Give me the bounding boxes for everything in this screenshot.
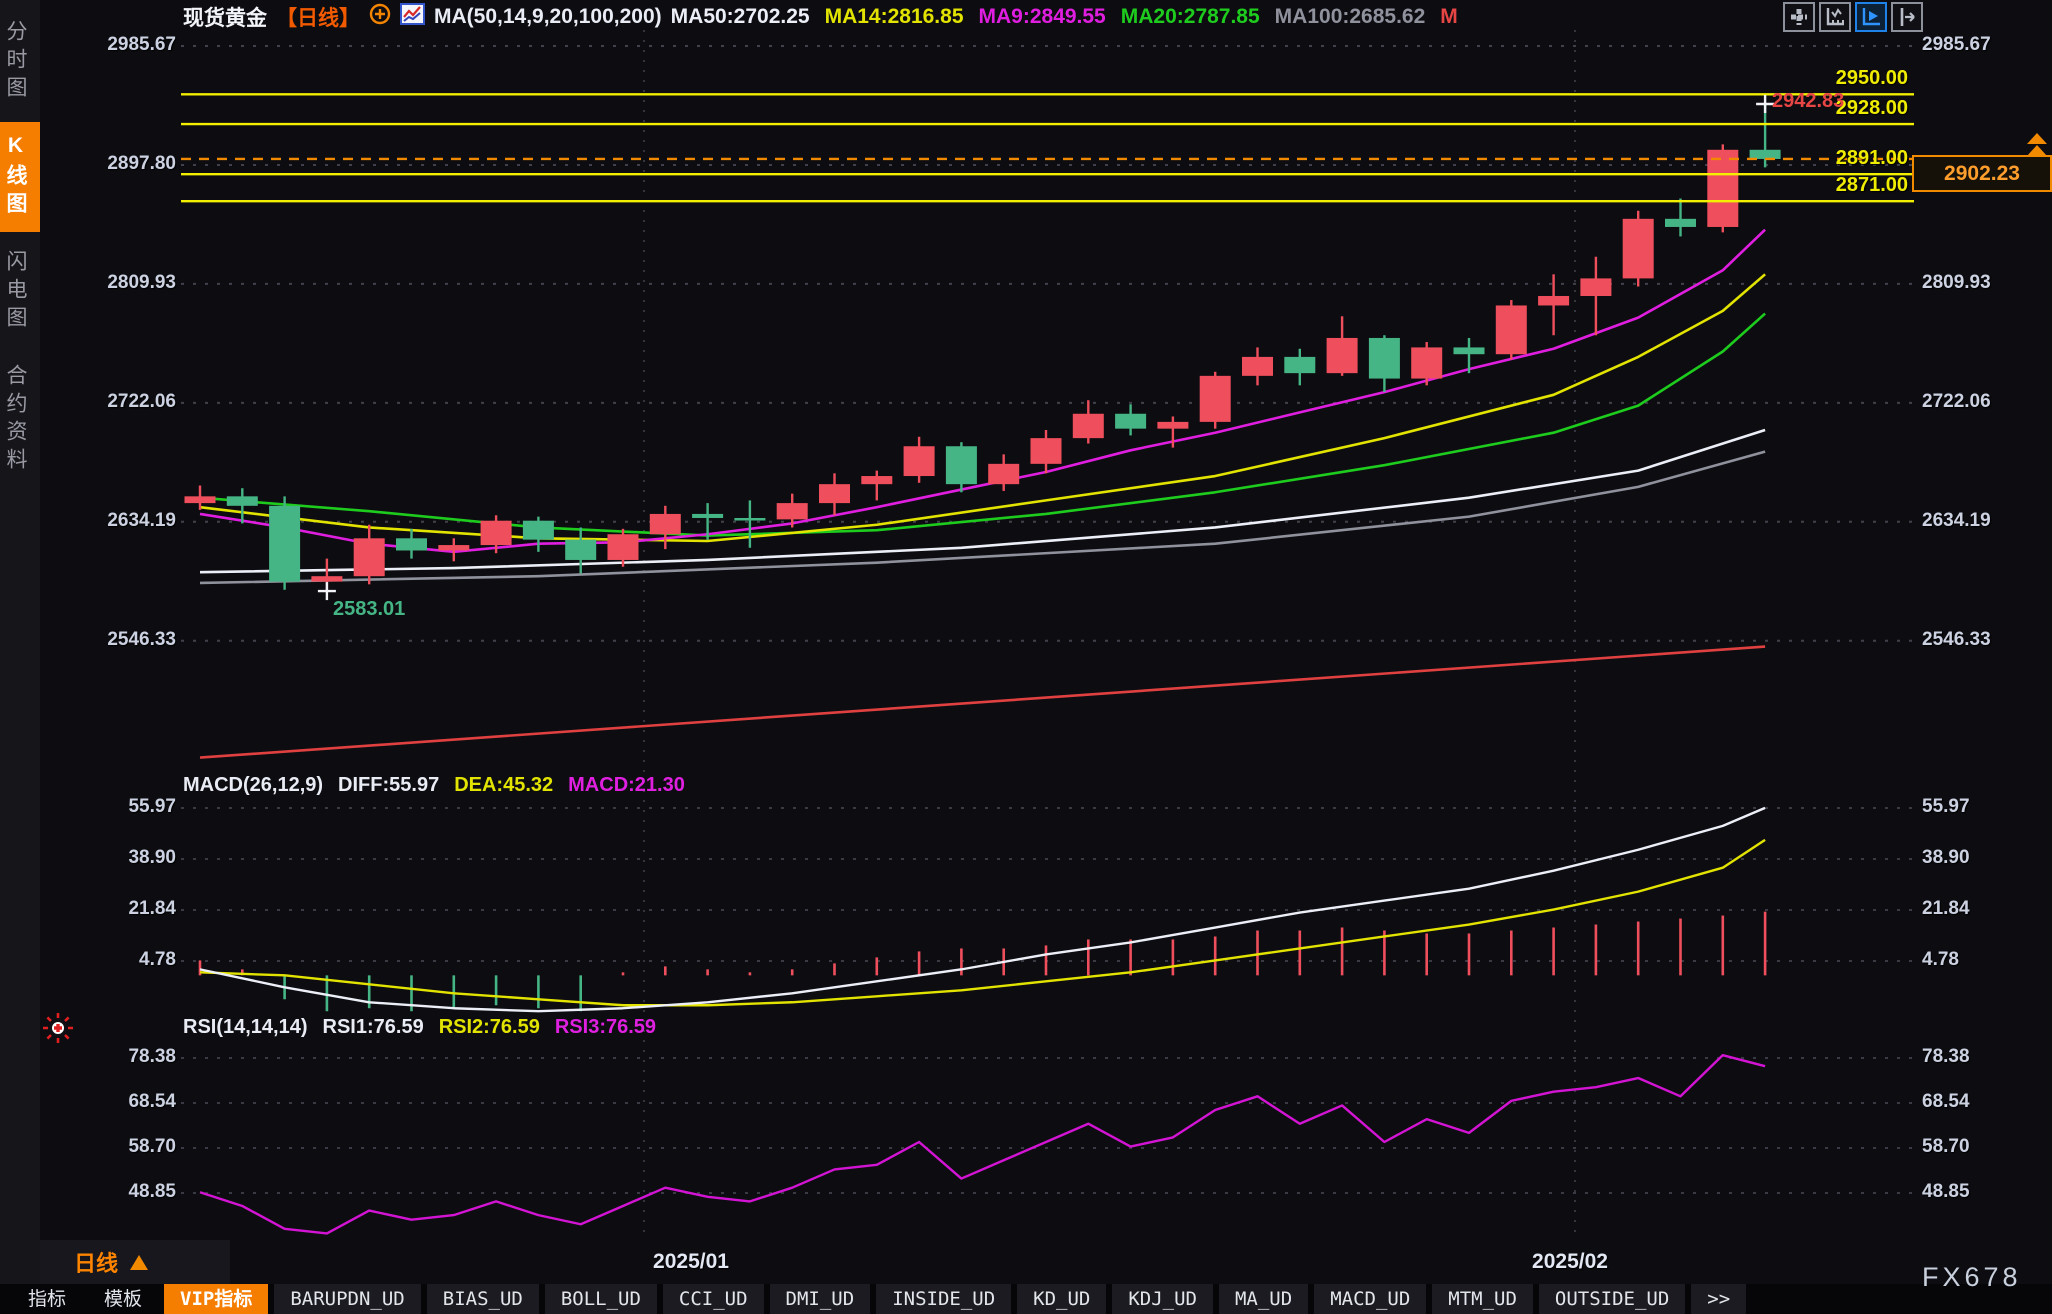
- indicator-tab[interactable]: DMI_UD: [770, 1284, 871, 1314]
- right-axis-tick: 2809.93: [1922, 272, 1991, 294]
- macd-diff-value: DIFF:55.97: [338, 774, 439, 797]
- indicator-tab[interactable]: >>: [1691, 1284, 1746, 1314]
- right-axis-tick: 21.84: [1922, 898, 1970, 920]
- sidebar-item[interactable]: K线图: [0, 122, 40, 232]
- left-axis-tick: 48.85: [62, 1181, 176, 1203]
- indicator-tab[interactable]: KDJ_UD: [1112, 1284, 1213, 1314]
- top-right-toolbar: [1783, 2, 1923, 32]
- shift-axis-icon[interactable]: [1891, 2, 1923, 32]
- left-axis-tick: 4.78: [62, 949, 176, 971]
- left-axis-tick: 2897.80: [62, 153, 176, 175]
- chart-svg[interactable]: [0, 0, 2052, 1314]
- mini-chart-icon[interactable]: [400, 3, 425, 31]
- indicator-tab[interactable]: MA_UD: [1219, 1284, 1308, 1314]
- rsi1-value: RSI1:76.59: [323, 1016, 424, 1039]
- level-price-label: 2891.00: [1836, 147, 1908, 170]
- indicator-tab[interactable]: 指标: [12, 1284, 82, 1314]
- brand-watermark: FX678: [1922, 1262, 2022, 1293]
- level-price-label: 2928.00: [1836, 97, 1908, 120]
- right-axis-tick: 2985.67: [1922, 34, 1991, 56]
- left-axis-tick: 38.90: [62, 847, 176, 869]
- rsi-title: RSI(14,14,14): [183, 1016, 308, 1039]
- left-axis-tick: 2985.67: [62, 34, 176, 56]
- right-axis-tick: 2634.19: [1922, 510, 1991, 532]
- axis-scale-icon[interactable]: [1819, 2, 1851, 32]
- indicator-tab[interactable]: KD_UD: [1017, 1284, 1106, 1314]
- plus-circle-icon[interactable]: [369, 3, 391, 31]
- right-axis-tick: 55.97: [1922, 796, 1970, 818]
- left-axis-tick: 2809.93: [62, 272, 176, 294]
- alert-sun-icon[interactable]: [42, 1012, 74, 1049]
- indicator-tab[interactable]: BOLL_UD: [545, 1284, 657, 1314]
- left-sidebar: 分时图 K线图闪电图合约资料: [0, 0, 40, 1284]
- right-axis-tick: 68.54: [1922, 1091, 1970, 1113]
- level-price-label: 2950.00: [1836, 67, 1908, 90]
- left-axis-tick: 2722.06: [62, 391, 176, 413]
- period-selector[interactable]: 日线: [40, 1240, 230, 1284]
- right-axis-tick: 78.38: [1922, 1046, 1970, 1068]
- indicator-tab[interactable]: MTM_UD: [1432, 1284, 1533, 1314]
- macd-macd-value: MACD:21.30: [568, 774, 685, 797]
- sidebar-item[interactable]: 合约资料: [0, 352, 40, 488]
- chart-header: 现货黄金 【日线】 MA(50,14,9,20,100,200) MA50:27…: [183, 4, 1458, 30]
- ma-value: MA14:2816.85: [825, 5, 964, 29]
- ma-settings-label: MA(50,14,9,20,100,200): [434, 5, 662, 29]
- left-axis-tick: 55.97: [62, 796, 176, 818]
- indicator-tab[interactable]: VIP指标: [164, 1284, 268, 1314]
- macd-title: MACD(26,12,9): [183, 774, 323, 797]
- sidebar-item[interactable]: 分时图: [0, 8, 40, 116]
- right-axis-tick: 38.90: [1922, 847, 1970, 869]
- level-price-label: 2871.00: [1836, 174, 1908, 197]
- indicator-tab-bar: 指标模板VIP指标BARUPDN_UDBIAS_UDBOLL_UDCCI_UDD…: [0, 1284, 2052, 1314]
- axis-play-icon[interactable]: [1855, 2, 1887, 32]
- right-axis-tick: 2546.33: [1922, 629, 1991, 651]
- ma-value: MA100:2685.62: [1275, 5, 1426, 29]
- rsi2-value: RSI2:76.59: [439, 1016, 540, 1039]
- ma-value: MA9:2849.55: [979, 5, 1106, 29]
- right-axis-tick: 2722.06: [1922, 391, 1991, 413]
- left-axis-tick: 78.38: [62, 1046, 176, 1068]
- current-price-box: 2902.23: [1912, 155, 2052, 192]
- indicator-tab[interactable]: OUTSIDE_UD: [1539, 1284, 1685, 1314]
- period-up-triangle-icon: [130, 1255, 148, 1270]
- indicator-tab[interactable]: BARUPDN_UD: [274, 1284, 420, 1314]
- low-price-marker-label: 2583.01: [333, 598, 405, 621]
- period-label: 日线: [74, 1246, 118, 1278]
- high-price-marker-label: 2942.83: [1772, 90, 1844, 113]
- left-axis-tick: 21.84: [62, 898, 176, 920]
- symbol-title: 现货黄金: [183, 2, 267, 32]
- ma-value: M: [1440, 5, 1458, 29]
- x-axis-date-label: 2025/01: [653, 1250, 729, 1274]
- left-axis-tick: 2634.19: [62, 510, 176, 532]
- sidebar-item[interactable]: 闪电图: [0, 238, 40, 346]
- price-up-arrows-icon: [2027, 133, 2047, 156]
- right-axis-tick: 48.85: [1922, 1181, 1970, 1203]
- x-axis-date-label: 2025/02: [1532, 1250, 1608, 1274]
- indicator-tab[interactable]: 模板: [88, 1284, 158, 1314]
- ma-value: MA50:2702.25: [671, 5, 810, 29]
- rsi3-value: RSI3:76.59: [555, 1016, 656, 1039]
- macd-dea-value: DEA:45.32: [454, 774, 553, 797]
- move-grid-icon[interactable]: [1783, 2, 1815, 32]
- indicator-tab[interactable]: BIAS_UD: [427, 1284, 539, 1314]
- ma-value: MA20:2787.85: [1121, 5, 1260, 29]
- left-axis-tick: 58.70: [62, 1136, 176, 1158]
- left-axis-tick: 2546.33: [62, 629, 176, 651]
- chart-window: 分时图 K线图闪电图合约资料 现货黄金 【日线】 MA(50,14,9,20,10…: [0, 0, 2052, 1314]
- indicator-tab[interactable]: INSIDE_UD: [876, 1284, 1011, 1314]
- ma-values: MA50:2702.25 MA14:2816.85 MA9:2849.55 MA20:…: [671, 5, 1458, 29]
- right-axis-tick: 58.70: [1922, 1136, 1970, 1158]
- indicator-tab[interactable]: CCI_UD: [663, 1284, 764, 1314]
- period-tag[interactable]: 【日线】: [276, 2, 360, 32]
- left-axis-tick: 68.54: [62, 1091, 176, 1113]
- indicator-tab[interactable]: MACD_UD: [1314, 1284, 1426, 1314]
- rsi-pane-header: RSI(14,14,14) RSI1:76.59 RSI2:76.59 RSI3…: [183, 1016, 656, 1039]
- macd-pane-header: MACD(26,12,9) DIFF:55.97 DEA:45.32 MACD:…: [183, 774, 685, 797]
- right-axis-tick: 4.78: [1922, 949, 1959, 971]
